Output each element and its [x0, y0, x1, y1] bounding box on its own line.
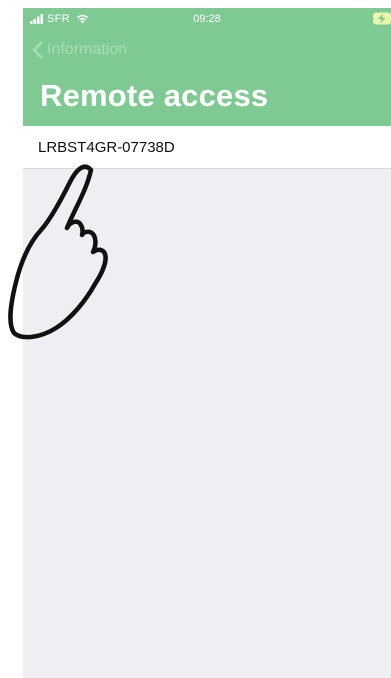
chevron-left-icon	[32, 41, 43, 59]
page-title: Remote access	[40, 78, 269, 113]
navigation-header: SFR 09:28 Information Remote access	[23, 8, 391, 126]
back-button-label: Information	[47, 41, 128, 58]
battery-charging-icon	[373, 12, 391, 25]
page: SFR 09:28 Information Remote access LRBS…	[0, 0, 391, 678]
status-time: 09:28	[193, 13, 221, 25]
back-button[interactable]: Information	[31, 38, 127, 62]
pointing-hand-drawing	[8, 164, 108, 340]
device-name: LRBST4GR-07738D	[38, 139, 175, 156]
status-bar: SFR 09:28	[23, 8, 391, 32]
